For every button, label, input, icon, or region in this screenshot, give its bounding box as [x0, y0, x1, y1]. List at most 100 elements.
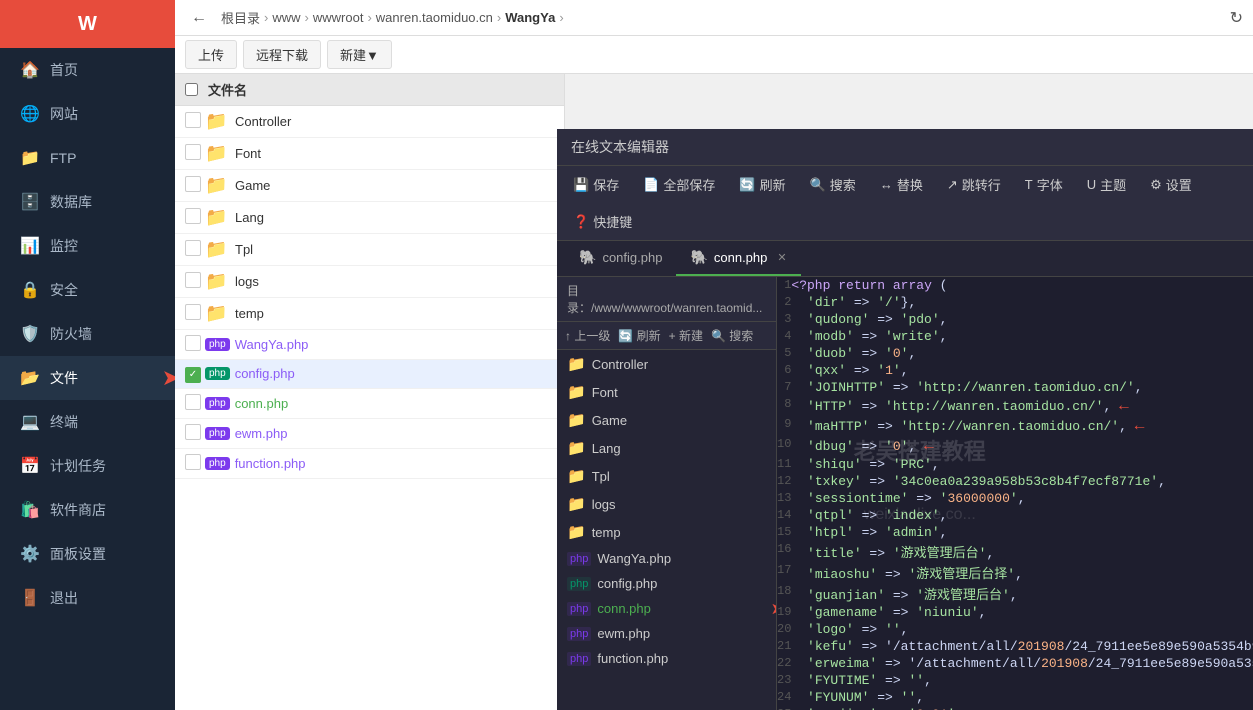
tab-conn-php[interactable]: 🐘 conn.php ✕ [676, 241, 800, 276]
file-name: logs [235, 274, 554, 289]
refresh-tool-button[interactable]: 🔄 刷新 [733, 172, 791, 197]
list-item[interactable]: 📁 temp [175, 298, 564, 330]
editor-toolbar: 💾 保存 📄 全部保存 🔄 刷新 🔍 搜索 ↔ 替换 [557, 166, 1253, 241]
list-item[interactable]: 📁 logs [175, 266, 564, 298]
row-checkbox[interactable] [185, 112, 201, 128]
goto-tool-button[interactable]: ↗ 跳转行 [941, 172, 1007, 197]
tree-item-label: function.php [597, 651, 668, 666]
row-checkbox[interactable] [185, 176, 201, 192]
row-checkbox[interactable] [185, 424, 201, 440]
list-item[interactable]: ✓ php config.php [175, 360, 564, 389]
save-icon: 💾 [573, 177, 589, 193]
tree-item-wangya[interactable]: php WangYa.php [557, 546, 776, 571]
tree-item-controller[interactable]: 📁 Controller [557, 350, 776, 378]
sidebar-item-ftp[interactable]: 📁 FTP [0, 136, 175, 180]
list-item[interactable]: 📁 Font [175, 138, 564, 170]
sidebar-item-label: 终端 [50, 412, 78, 432]
terminal-icon: 💻 [20, 412, 40, 432]
tree-item-ewm[interactable]: php ewm.php [557, 621, 776, 646]
sidebar-item-appstore[interactable]: 🛍️ 软件商店 [0, 488, 175, 532]
tree-item-tpl[interactable]: 📁 Tpl [557, 462, 776, 490]
php-badge: php [205, 338, 230, 351]
row-checkbox[interactable] [185, 208, 201, 224]
code-area[interactable]: 老吴搭建教程 weixiaolive.co... 1<?php return a… [777, 277, 1253, 710]
sidebar-item-database[interactable]: 🗄️ 数据库 [0, 180, 175, 224]
list-item[interactable]: 📁 Game [175, 170, 564, 202]
tree-item-logs[interactable]: 📁 logs [557, 490, 776, 518]
folder-icon: 📁 [205, 303, 235, 324]
back-button[interactable]: ← [185, 7, 213, 29]
theme-tool-button[interactable]: U 主题 [1081, 172, 1132, 197]
table-row: 22 'erweima' => '/attachment/all/201908/… [777, 655, 1253, 672]
list-item[interactable]: 📁 Lang [175, 202, 564, 234]
settings-tool-button[interactable]: ⚙ 设置 [1144, 172, 1198, 197]
row-checkbox[interactable] [185, 240, 201, 256]
sidebar-item-label: 网站 [50, 104, 78, 124]
tab-config-php[interactable]: 🐘 config.php [565, 241, 676, 276]
tab-close-button[interactable]: ✕ [777, 251, 786, 264]
settings-tool-icon: ⚙ [1150, 177, 1162, 193]
sidebar-item-home[interactable]: 🏠 首页 [0, 48, 175, 92]
save-all-tool-button[interactable]: 📄 全部保存 [637, 172, 721, 197]
list-item[interactable]: php ewm.php [175, 419, 564, 449]
topnav: ← 根目录 › www › wwwroot › wanren.taomiduo.… [175, 0, 1253, 36]
sidebar-item-terminal[interactable]: 💻 终端 [0, 400, 175, 444]
sidebar-item-crontab[interactable]: 📅 计划任务 [0, 444, 175, 488]
tree-refresh-button[interactable]: 🔄 刷新 [618, 327, 660, 344]
tree-item-function[interactable]: php function.php [557, 646, 776, 671]
breadcrumb-domain[interactable]: wanren.taomiduo.cn [376, 10, 493, 25]
row-checkbox[interactable] [185, 454, 201, 470]
tree-item-temp[interactable]: 📁 temp [557, 518, 776, 546]
new-item-button[interactable]: 新建▼ [327, 40, 392, 69]
row-checkbox[interactable] [185, 394, 201, 410]
file-name: Tpl [235, 242, 554, 257]
refresh-button[interactable]: ↻ [1230, 8, 1243, 28]
tree-item-label: Font [592, 385, 618, 400]
list-item[interactable]: 📁 Controller [175, 106, 564, 138]
tree-item-label: Game [592, 413, 627, 428]
list-item[interactable]: php WangYa.php [175, 330, 564, 360]
tree-item-font[interactable]: 📁 Font [557, 378, 776, 406]
list-item[interactable]: php conn.php ➤ [175, 389, 564, 419]
table-row: 24 'FYUNUM' => '', [777, 689, 1253, 706]
save-tool-button[interactable]: 💾 保存 [567, 172, 625, 197]
sidebar-logo: W [0, 0, 175, 48]
sidebar-item-firewall[interactable]: 🛡️ 防火墙 [0, 312, 175, 356]
sidebar-item-monitor[interactable]: 📊 监控 [0, 224, 175, 268]
tree-item-lang[interactable]: 📁 Lang [557, 434, 776, 462]
sidebar-item-website[interactable]: 🌐 网站 [0, 92, 175, 136]
tree-folder-icon: 📁 [567, 411, 586, 429]
row-checkbox[interactable] [185, 335, 201, 351]
tree-search-button[interactable]: 🔍 搜索 [711, 327, 753, 344]
sidebar-item-security[interactable]: 🔒 安全 [0, 268, 175, 312]
up-dir-button[interactable]: ↑ 上一级 [565, 327, 610, 344]
tree-item-config[interactable]: php config.php [557, 571, 776, 596]
remote-download-button[interactable]: 远程下载 [243, 40, 321, 69]
list-item[interactable]: php function.php [175, 449, 564, 479]
sidebar-item-files[interactable]: 📂 文件 [0, 356, 175, 400]
refresh-icon: 🔄 [739, 177, 755, 193]
table-row: 10 'dbug' => '0', ← [777, 436, 1253, 456]
list-item[interactable]: 📁 Tpl [175, 234, 564, 266]
table-row: 23 'FYUTIME' => '', [777, 672, 1253, 689]
sidebar-item-logout[interactable]: 🚪 退出 [0, 576, 175, 620]
breadcrumb-www[interactable]: www [272, 10, 300, 25]
row-checkbox[interactable]: ✓ [185, 367, 201, 383]
row-checkbox[interactable] [185, 304, 201, 320]
font-tool-button[interactable]: T 字体 [1019, 172, 1069, 197]
tree-item-conn[interactable]: php conn.php ➤ [557, 596, 776, 621]
search-tool-button[interactable]: 🔍 搜索 [804, 172, 862, 197]
check-all-checkbox[interactable] [185, 83, 198, 96]
sidebar-item-settings[interactable]: ⚙️ 面板设置 [0, 532, 175, 576]
shortcuts-tool-button[interactable]: ❓ 快捷键 [567, 209, 638, 234]
table-row: 12 'txkey' => '34c0ea0a239a958b53c8b4f7e… [777, 473, 1253, 490]
upload-button[interactable]: 上传 [185, 40, 237, 69]
replace-tool-button[interactable]: ↔ 替换 [874, 172, 929, 197]
tree-php-icon-active: php [567, 602, 591, 616]
table-row: 15 'htpl' => 'admin', [777, 524, 1253, 541]
row-checkbox[interactable] [185, 272, 201, 288]
breadcrumb-wwwroot[interactable]: wwwroot [313, 10, 364, 25]
new-file-button[interactable]: + 新建 [669, 327, 703, 344]
tree-item-game[interactable]: 📁 Game [557, 406, 776, 434]
row-checkbox[interactable] [185, 144, 201, 160]
